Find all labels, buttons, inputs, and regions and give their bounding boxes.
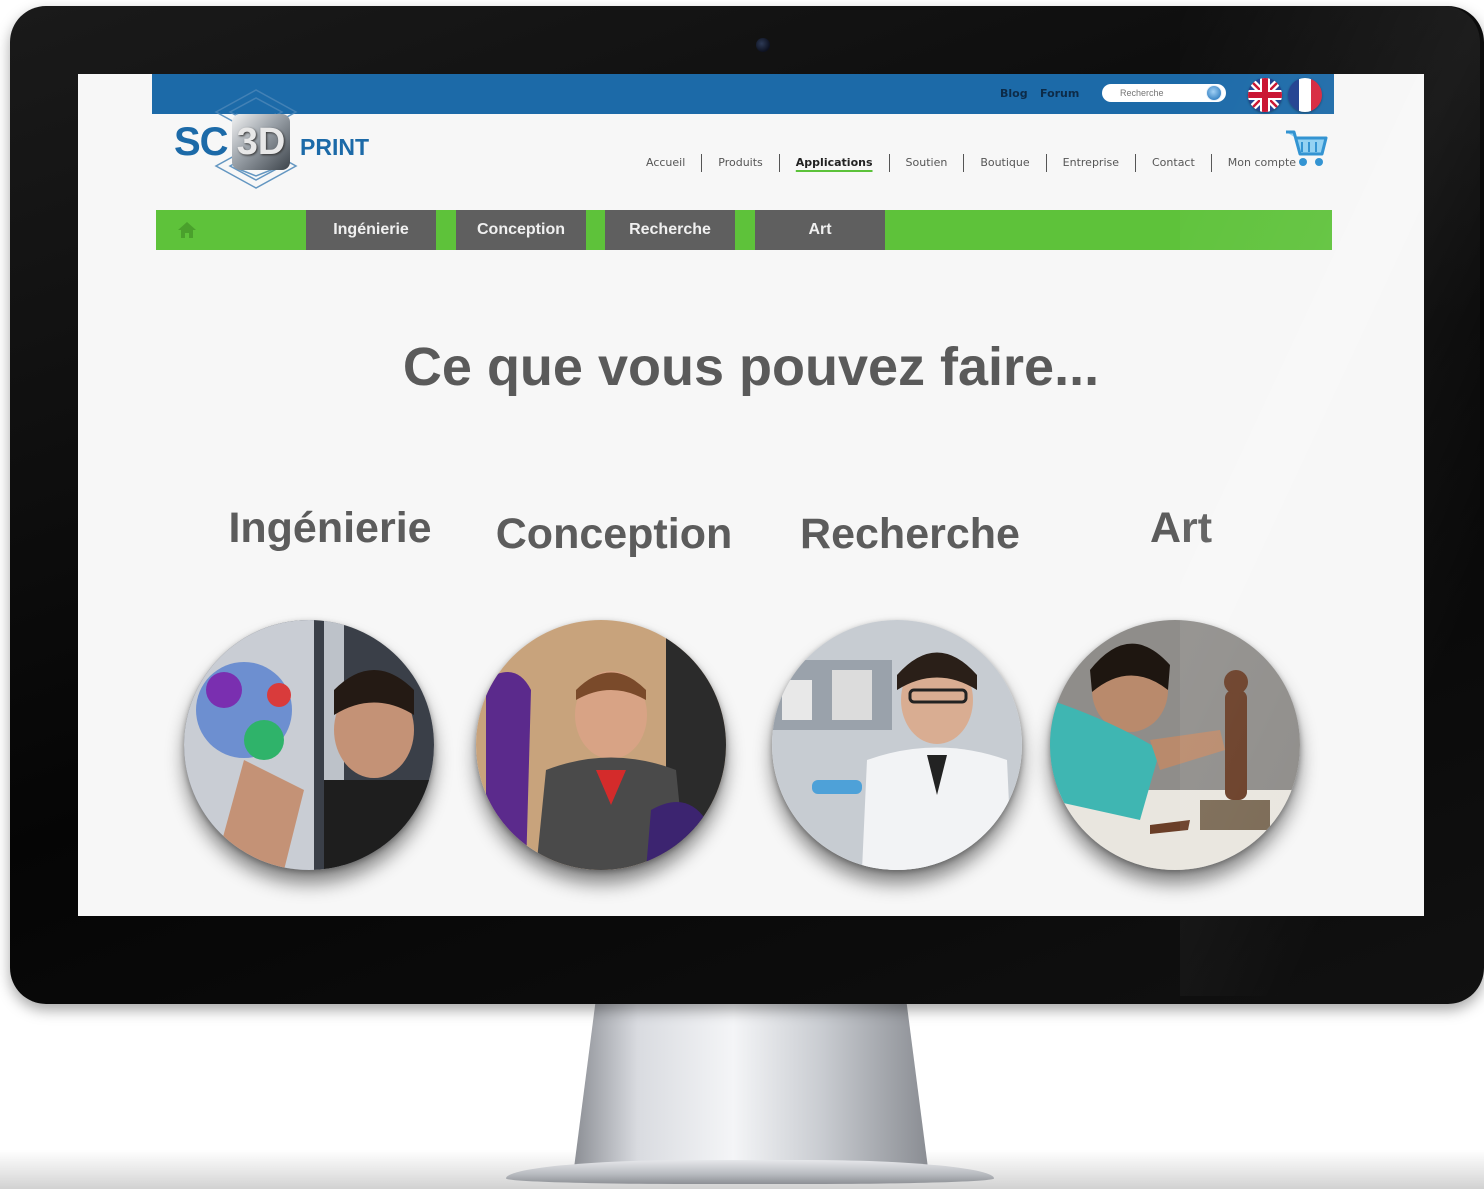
nav-entreprise[interactable]: Entreprise [1047, 154, 1136, 172]
forum-link[interactable]: Forum [1040, 87, 1079, 100]
home-icon[interactable] [176, 220, 198, 240]
search-icon[interactable] [1206, 85, 1222, 101]
photo-recherche[interactable] [772, 620, 1022, 870]
nav-boutique[interactable]: Boutique [964, 154, 1047, 172]
category-label-art[interactable]: Art [1051, 504, 1311, 553]
photo-ingenierie[interactable] [184, 620, 434, 870]
category-label-recherche[interactable]: Recherche [780, 510, 1040, 559]
camera-icon [756, 38, 770, 52]
monitor-stand [574, 1004, 928, 1168]
logo-text-print: PRINT [300, 134, 369, 160]
nav-produits[interactable]: Produits [702, 154, 780, 172]
logo-text-sc: SC [174, 120, 229, 164]
category-label-conception[interactable]: Conception [484, 510, 744, 559]
nav-accueil[interactable]: Accueil [630, 154, 703, 172]
subnav-tab-conception[interactable]: Conception [456, 210, 586, 250]
nav-contact[interactable]: Contact [1136, 154, 1212, 172]
uk-flag-icon[interactable] [1248, 78, 1282, 112]
page-headline: Ce que vous pouvez faire... [402, 337, 1100, 397]
nav-soutien[interactable]: Soutien [890, 154, 965, 172]
sc3dprint-logo[interactable]: SC 3D PRINT [170, 84, 390, 194]
blog-link[interactable]: Blog [1000, 87, 1028, 100]
photo-art[interactable] [1050, 620, 1300, 870]
category-label-ingenierie[interactable]: Ingénierie [200, 504, 460, 553]
france-flag-icon[interactable] [1288, 78, 1322, 112]
subnav-tab-art[interactable]: Art [755, 210, 885, 250]
subnav-tab-ingenierie[interactable]: Ingénierie [306, 210, 436, 250]
photo-conception[interactable] [476, 620, 726, 870]
nav-applications[interactable]: Applications [780, 154, 890, 172]
monitor-stand-base [506, 1160, 994, 1184]
logo-text-3d: 3D [232, 114, 290, 170]
website-screen: Blog Forum Recherche SC 3D PRINT Accueil… [78, 74, 1424, 916]
sub-nav-bar: Ingénierie Conception Recherche Art [156, 210, 1332, 250]
main-nav: Accueil Produits Applications Soutien Bo… [630, 152, 1312, 174]
cart-icon[interactable] [1282, 128, 1330, 170]
subnav-tab-recherche[interactable]: Recherche [605, 210, 735, 250]
